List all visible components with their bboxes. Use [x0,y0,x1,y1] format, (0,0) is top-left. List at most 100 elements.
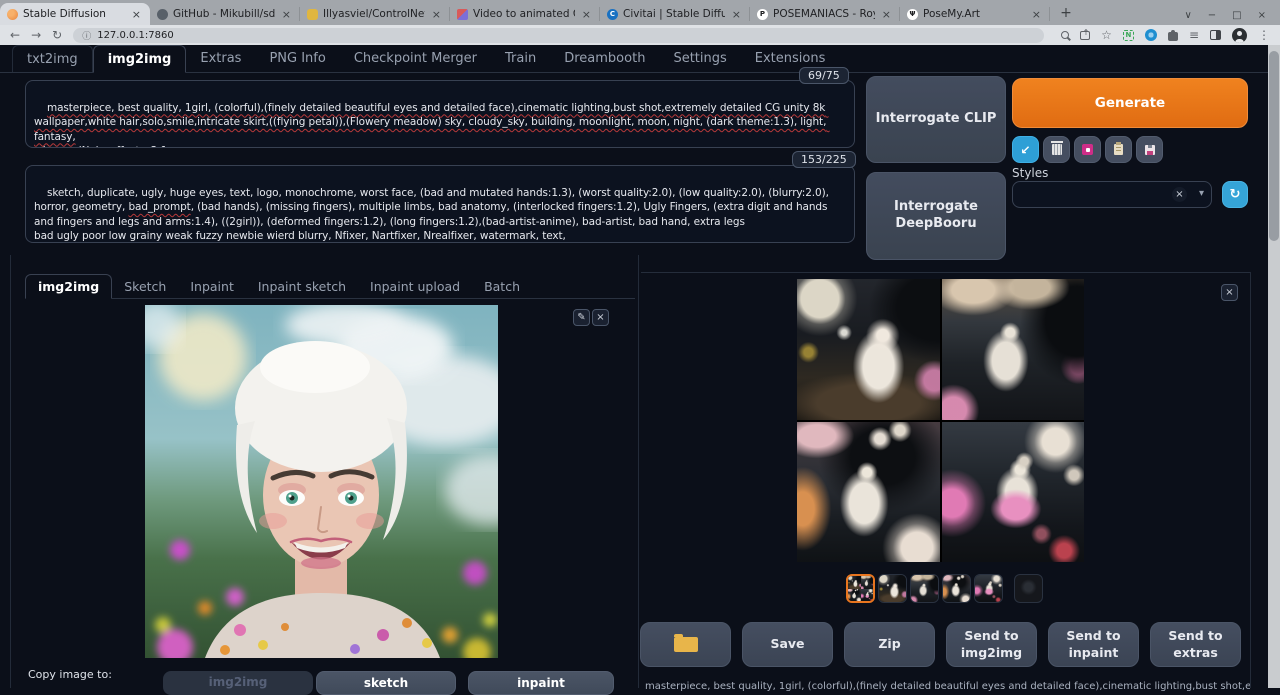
tab-close-icon[interactable]: × [430,8,443,21]
prompt-input[interactable]: masterpiece, best quality, 1girl, (color… [25,80,855,148]
scrollbar-thumb[interactable] [1269,51,1279,241]
browser-menu-icon[interactable]: ⋮ [1258,29,1270,41]
clipboard-icon [1114,144,1123,155]
close-icon: × [596,312,604,323]
browser-tab-civitai[interactable]: C Civitai | Stable Diffusion models × [600,3,750,25]
thumbnail-grid[interactable] [846,574,875,603]
negative-prompt-input[interactable]: sketch, duplicate, ugly, huge eyes, text… [25,165,855,243]
copy-to-sketch-button[interactable]: sketch [316,671,456,695]
generated-image-3[interactable] [797,422,940,563]
thumbnail-2[interactable] [910,574,939,603]
chevron-down-icon[interactable]: ▾ [1199,188,1204,199]
extension-blue-icon[interactable] [1145,29,1157,41]
tab-dreambooth[interactable]: Dreambooth [550,45,659,72]
open-folder-button[interactable] [640,622,731,667]
github-favicon [157,9,168,20]
civitai-favicon: C [607,9,618,20]
address-bar[interactable]: ⓘ 127.0.0.1:7860 [73,28,1044,43]
browser-tab-posemaniacs[interactable]: P POSEMANIACS - Royalty free 3 × [750,3,900,25]
generated-image-4[interactable] [942,422,1085,563]
subtab-batch[interactable]: Batch [472,274,532,298]
generated-image-2[interactable] [942,279,1085,420]
reload-icon[interactable]: ↻ [52,29,62,41]
browser-tab-gif-converter[interactable]: Video to animated GIF converter × [450,3,600,25]
browser-tab-posemyart[interactable]: Ψ PoseMy.Art × [900,3,1050,25]
copy-to-img2img-button[interactable]: img2img [163,671,313,695]
subtab-sketch[interactable]: Sketch [112,274,178,298]
tab-close-icon[interactable]: × [280,8,293,21]
controlnet-favicon [307,9,318,20]
reading-list-icon[interactable]: ≡ [1189,29,1199,41]
maximize-icon[interactable]: □ [1232,10,1241,21]
tab-extras[interactable]: Extras [186,45,255,72]
styles-label: Styles [1012,166,1048,180]
browser-tab-github[interactable]: GitHub - Mikubill/sd-webui-con × [150,3,300,25]
browser-tab-stable-diffusion[interactable]: Stable Diffusion × [0,3,150,25]
posemyart-favicon: Ψ [907,9,918,20]
save-button[interactable]: Save [742,622,833,667]
thumbnail-5[interactable] [1014,574,1043,603]
minimize-icon[interactable]: − [1208,10,1216,21]
tab-png-info[interactable]: PNG Info [255,45,339,72]
clear-prompt-button[interactable] [1043,136,1070,163]
output-gallery-image[interactable] [797,279,1084,562]
zip-button[interactable]: Zip [844,622,935,667]
tab-search-icon[interactable]: ∨ [1184,10,1191,21]
styles-clear-icon[interactable]: × [1172,187,1187,202]
subtab-inpaint[interactable]: Inpaint [178,274,246,298]
share-icon[interactable] [1080,31,1090,40]
thumbnail-3[interactable] [942,574,971,603]
extension-n-icon[interactable]: N [1123,30,1134,41]
tab-checkpoint-merger[interactable]: Checkpoint Merger [340,45,491,72]
thumbnail-4[interactable] [974,574,1003,603]
stable-diffusion-webui: txt2img img2img Extras PNG Info Checkpoi… [0,45,1280,688]
interrogate-clip-button[interactable]: Interrogate CLIP [866,76,1006,163]
send-to-img2img-button[interactable]: Send to img2img [946,622,1037,667]
subtab-img2img[interactable]: img2img [25,274,112,299]
browser-tab-controlnet[interactable]: Illyasviel/ControlNet at main × [300,3,450,25]
copy-to-inpaint-button[interactable]: inpaint [468,671,614,695]
tab-close-icon[interactable]: × [730,8,743,21]
window-close-icon[interactable]: × [1258,10,1266,21]
apply-style-button[interactable] [1105,136,1132,163]
generated-image-1[interactable] [797,279,940,420]
tab-close-icon[interactable]: × [580,8,593,21]
back-icon[interactable]: ← [10,29,20,41]
tab-close-icon[interactable]: × [130,8,143,21]
side-panel-icon[interactable] [1210,30,1221,40]
generate-button[interactable]: Generate [1012,78,1248,128]
styles-dropdown[interactable]: × ▾ [1012,181,1212,208]
edit-image-button[interactable]: ✎ [573,309,590,326]
send-to-extras-button[interactable]: Send to extras [1150,622,1241,667]
subtab-inpaint-sketch[interactable]: Inpaint sketch [246,274,358,298]
subtab-inpaint-upload[interactable]: Inpaint upload [358,274,472,298]
trash-icon [1052,144,1062,155]
new-tab-button[interactable]: + [1056,3,1076,23]
zoom-icon[interactable] [1061,31,1069,39]
extensions-puzzle-icon[interactable] [1168,32,1178,41]
gif-converter-favicon [457,9,468,20]
tab-close-icon[interactable]: × [880,8,893,21]
save-style-button[interactable] [1136,136,1163,163]
tab-train[interactable]: Train [491,45,550,72]
thumbnail-1[interactable] [878,574,907,603]
profile-avatar[interactable] [1232,28,1247,43]
send-to-inpaint-button[interactable]: Send to inpaint [1048,622,1139,667]
forward-icon[interactable]: → [31,29,41,41]
stable-diffusion-favicon [7,9,18,20]
extra-networks-button[interactable] [1074,136,1101,163]
tab-close-icon[interactable]: × [1030,8,1043,21]
page-scrollbar[interactable] [1268,45,1280,688]
close-gallery-button[interactable]: × [1221,284,1238,301]
interrogate-deepbooru-button[interactable]: Interrogate DeepBooru [866,172,1006,260]
remove-image-button[interactable]: × [592,309,609,326]
tab-img2img[interactable]: img2img [93,45,187,73]
paste-params-button[interactable]: ↙ [1012,136,1039,163]
styles-refresh-button[interactable]: ↻ [1222,181,1248,208]
tab-txt2img[interactable]: txt2img [12,45,93,72]
site-info-icon[interactable]: ⓘ [82,29,91,42]
browser-toolbar: ← → ↻ ⓘ 127.0.0.1:7860 ☆ N ≡ ⋮ [0,25,1280,45]
bookmark-star-icon[interactable]: ☆ [1101,29,1112,41]
tab-settings[interactable]: Settings [659,45,740,72]
source-image[interactable] [145,305,498,658]
